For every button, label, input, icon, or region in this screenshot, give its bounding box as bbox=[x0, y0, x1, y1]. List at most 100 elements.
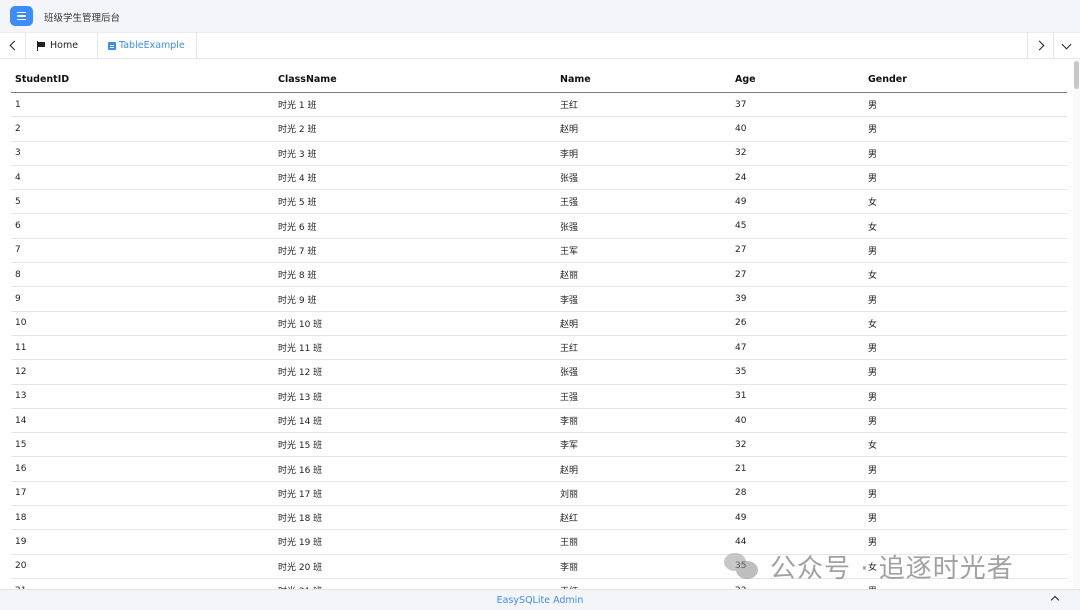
table-row[interactable]: 6 时光 6 班张强 45 女 bbox=[11, 213, 1067, 239]
cell-studentid: 9 bbox=[11, 286, 274, 312]
scrollbar-thumb[interactable] bbox=[1074, 61, 1079, 89]
tab-table-example[interactable]: TableExample bbox=[97, 33, 197, 58]
vertical-scrollbar[interactable] bbox=[1073, 59, 1080, 589]
table-body: 1 时光 1 班王红 37 男 2 时光 2 班赵明 40 男 3 时光 3 班李明 32 男 4 时光 … bbox=[11, 92, 1067, 604]
cell-age: 21 bbox=[731, 456, 864, 482]
cell-age: 39 bbox=[731, 286, 864, 312]
cell-studentid: 11 bbox=[11, 335, 274, 361]
cell-gender: 女 bbox=[864, 189, 1067, 215]
tab-label: TableExample bbox=[119, 40, 185, 51]
cell-classname: 时光 14 班 bbox=[274, 408, 556, 434]
cell-name: 赵明 bbox=[556, 456, 731, 482]
cell-studentid: 10 bbox=[11, 311, 274, 336]
footer-text: EasySQLite Admin bbox=[496, 594, 584, 606]
cell-gender: 女 bbox=[864, 432, 1067, 458]
cell-gender: 男 bbox=[864, 141, 1067, 166]
cell-name: 张强 bbox=[556, 165, 731, 191]
cell-studentid: 14 bbox=[11, 408, 274, 434]
table-row[interactable]: 3 时光 3 班李明 32 男 bbox=[11, 141, 1067, 166]
cell-classname: 时光 11 班 bbox=[274, 335, 556, 361]
table-row[interactable]: 9 时光 9 班李强 39 男 bbox=[11, 286, 1067, 312]
table-row[interactable]: 8 时光 8 班赵丽 27 女 bbox=[11, 262, 1067, 288]
cell-age: 45 bbox=[731, 213, 864, 239]
cell-gender: 男 bbox=[864, 384, 1067, 409]
cell-age: 28 bbox=[731, 481, 864, 507]
table-row[interactable]: 18 时光 18 班赵红 49 男 bbox=[11, 505, 1067, 531]
column-header-gender[interactable]: Gender bbox=[864, 67, 1067, 93]
cell-age: 40 bbox=[731, 116, 864, 142]
table-row[interactable]: 1 时光 1 班王红 37 男 bbox=[11, 92, 1067, 118]
cell-classname: 时光 1 班 bbox=[274, 92, 556, 118]
cell-age: 49 bbox=[731, 505, 864, 531]
cell-studentid: 7 bbox=[11, 238, 274, 264]
cell-name: 赵丽 bbox=[556, 262, 731, 288]
cell-age: 27 bbox=[731, 262, 864, 288]
tab-home[interactable]: Home bbox=[26, 33, 96, 58]
column-header-age[interactable]: Age bbox=[731, 67, 864, 93]
cell-studentid: 20 bbox=[11, 554, 274, 579]
cell-name: 李军 bbox=[556, 432, 731, 458]
table-row[interactable]: 12 时光 12 班张强 35 男 bbox=[11, 359, 1067, 385]
tab-menu-button[interactable] bbox=[1053, 33, 1079, 58]
table-row[interactable]: 7 时光 7 班王军 27 男 bbox=[11, 238, 1067, 264]
cell-name: 赵明 bbox=[556, 116, 731, 142]
table-row[interactable]: 2 时光 2 班赵明 40 男 bbox=[11, 116, 1067, 142]
cell-age: 32 bbox=[731, 141, 864, 166]
cell-gender: 男 bbox=[864, 238, 1067, 264]
cell-gender: 男 bbox=[864, 456, 1067, 482]
cell-studentid: 1 bbox=[11, 92, 274, 118]
chevron-up-icon[interactable] bbox=[1050, 595, 1060, 605]
cell-studentid: 4 bbox=[11, 165, 274, 191]
cell-studentid: 12 bbox=[11, 359, 274, 385]
cell-age: 40 bbox=[731, 408, 864, 434]
cell-name: 王丽 bbox=[556, 529, 731, 555]
app-title: 班级学生管理后台 bbox=[44, 13, 121, 24]
cell-gender: 男 bbox=[864, 116, 1067, 142]
table-row[interactable]: 17 时光 17 班刘丽 28 男 bbox=[11, 481, 1067, 507]
cell-gender: 男 bbox=[864, 505, 1067, 531]
table-row[interactable]: 16 时光 16 班赵明 21 男 bbox=[11, 456, 1067, 482]
cell-studentid: 3 bbox=[11, 141, 274, 166]
table-row[interactable]: 4 时光 4 班张强 24 男 bbox=[11, 165, 1067, 191]
cell-classname: 时光 7 班 bbox=[274, 238, 556, 264]
tab-bar: Home TableExample bbox=[0, 33, 1080, 59]
cell-age: 37 bbox=[731, 92, 864, 118]
cell-age: 49 bbox=[731, 189, 864, 215]
cell-classname: 时光 6 班 bbox=[274, 213, 556, 239]
cell-age: 31 bbox=[731, 384, 864, 409]
column-header-studentid[interactable]: StudentID bbox=[11, 67, 274, 93]
cell-gender: 女 bbox=[864, 262, 1067, 288]
cell-age: 26 bbox=[731, 311, 864, 336]
table-row[interactable]: 11 时光 11 班王红 47 男 bbox=[11, 335, 1067, 361]
menu-icon[interactable] bbox=[10, 6, 33, 26]
tab-label: Home bbox=[50, 40, 79, 51]
tab-scroll-right-button[interactable] bbox=[1027, 33, 1053, 58]
cell-classname: 时光 2 班 bbox=[274, 116, 556, 142]
table-row[interactable]: 5 时光 5 班王强 49 女 bbox=[11, 189, 1067, 215]
chevron-left-icon bbox=[9, 40, 19, 51]
cell-name: 赵明 bbox=[556, 311, 731, 336]
cell-classname: 时光 19 班 bbox=[274, 529, 556, 555]
chevron-down-icon bbox=[1061, 39, 1072, 49]
cell-age: 24 bbox=[731, 165, 864, 191]
cell-gender: 男 bbox=[864, 286, 1067, 312]
column-header-name[interactable]: Name bbox=[556, 67, 731, 93]
table-row[interactable]: 13 时光 13 班王强 31 男 bbox=[11, 384, 1067, 409]
cell-name: 张强 bbox=[556, 359, 731, 385]
table-row[interactable]: 10 时光 10 班赵明 26 女 bbox=[11, 311, 1067, 336]
cell-name: 赵红 bbox=[556, 505, 731, 531]
cell-gender: 女 bbox=[864, 311, 1067, 336]
cell-classname: 时光 5 班 bbox=[274, 189, 556, 215]
cell-classname: 时光 8 班 bbox=[274, 262, 556, 288]
watermark: 公众号 · 追逐时光者 bbox=[722, 546, 1014, 586]
cell-studentid: 17 bbox=[11, 481, 274, 507]
cell-name: 王强 bbox=[556, 384, 731, 409]
tab-scroll-left-button[interactable] bbox=[0, 33, 26, 58]
flag-icon bbox=[37, 40, 46, 51]
cell-name: 李丽 bbox=[556, 408, 731, 434]
table-row[interactable]: 15 时光 15 班李军 32 女 bbox=[11, 432, 1067, 458]
table-row[interactable]: 14 时光 14 班李丽 40 男 bbox=[11, 408, 1067, 434]
student-table-container: StudentID ClassName Name Age Gender 1 时光 … bbox=[11, 67, 1067, 604]
cell-studentid: 8 bbox=[11, 262, 274, 288]
column-header-classname[interactable]: ClassName bbox=[274, 67, 556, 93]
